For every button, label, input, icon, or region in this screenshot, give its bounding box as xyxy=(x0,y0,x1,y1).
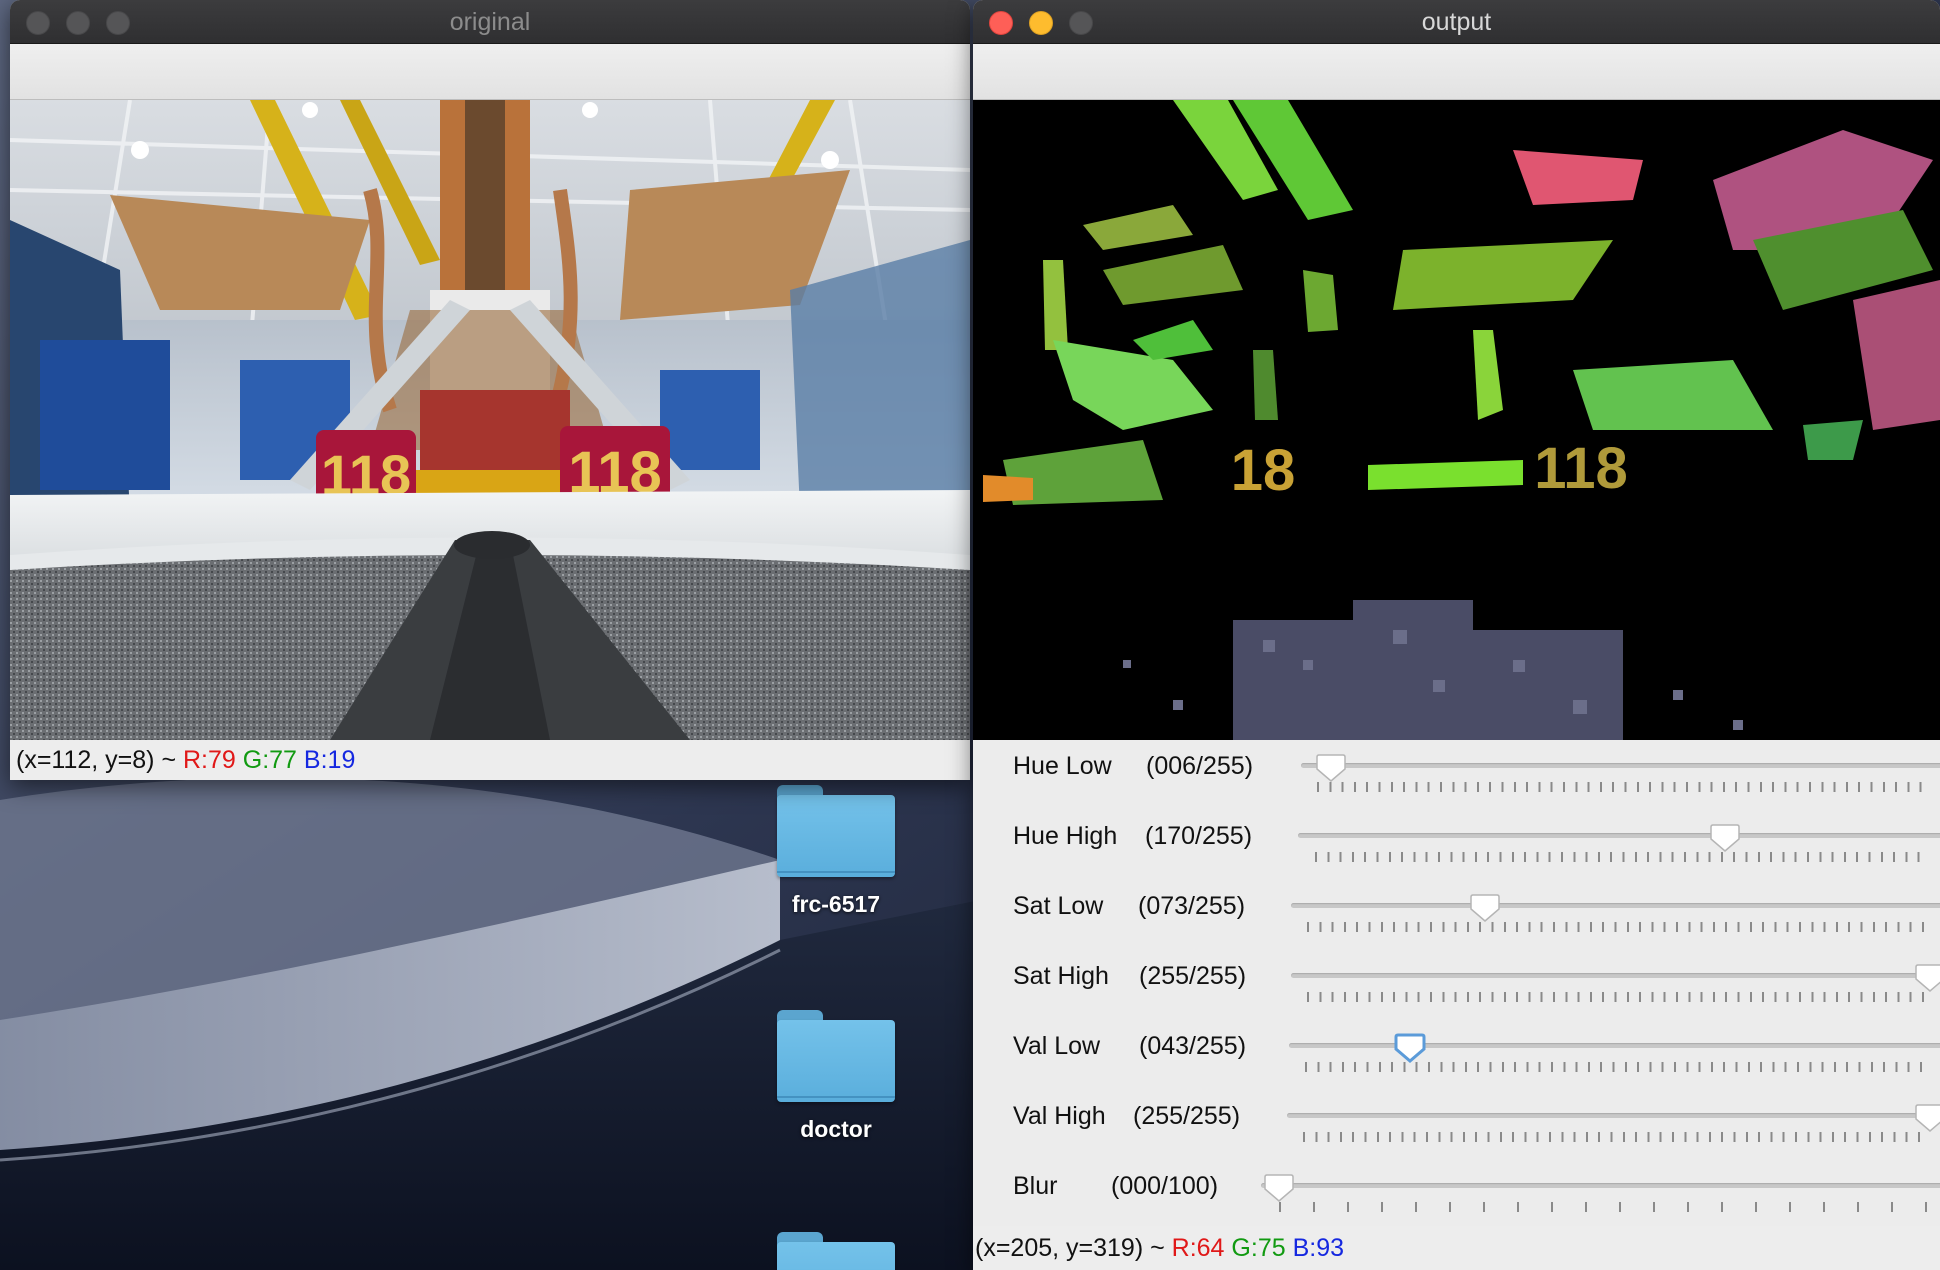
title-bar[interactable]: output xyxy=(973,0,1940,44)
folder-label: frc-6517 xyxy=(791,891,881,917)
status-bar: (x=112, y=8) ~ R:79 G:77 B:19 xyxy=(10,740,970,780)
slider-track[interactable] xyxy=(1287,1113,1940,1118)
slider-ticks xyxy=(1317,782,1930,792)
slider-track[interactable] xyxy=(1261,1183,1940,1188)
overlay-number-right: 118 xyxy=(1534,436,1628,501)
trackbar-label: Sat Low xyxy=(1013,892,1104,920)
slider-knob[interactable] xyxy=(1393,1032,1427,1064)
hsv-filtered-frame: 18 118 xyxy=(973,100,1940,740)
trackbar-value: (000/100) xyxy=(1111,1172,1219,1200)
pixel-coords: (x=205, y=319) ~ xyxy=(975,1234,1172,1262)
status-bar: (x=205, y=319) ~ R:64 G:75 B:93 xyxy=(973,1226,1940,1270)
pixel-r: R:79 xyxy=(183,746,236,774)
folder-label: doctor xyxy=(800,1116,872,1142)
desktop-folder-doctor[interactable]: doctor xyxy=(751,1010,921,1143)
trackbar-panel: Hue Low (006/255) Hue High (170/255) Sat… xyxy=(973,740,1940,1230)
original-camera-image[interactable]: 118 118 xyxy=(10,100,970,740)
toolbar-area xyxy=(973,44,1940,100)
slider-ticks xyxy=(1307,992,1930,1002)
trackbar-val-high[interactable]: Val High (255/255) xyxy=(973,1090,1940,1160)
pixel-g: G:77 xyxy=(242,746,297,774)
folder-icon xyxy=(777,1232,895,1270)
trackbar-label: Val High xyxy=(1013,1102,1106,1130)
trackbar-sat-low[interactable]: Sat Low (073/255) xyxy=(973,880,1940,950)
slider-knob[interactable] xyxy=(1913,962,1940,994)
slider-ticks xyxy=(1279,1202,1930,1212)
trackbar-label: Blur xyxy=(1013,1172,1058,1200)
trackbar-label: Hue High xyxy=(1013,822,1118,850)
trackbar-value: (073/255) xyxy=(1138,892,1246,920)
desktop-folder-frc-6517[interactable]: frc-6517 xyxy=(751,785,921,918)
slider-ticks xyxy=(1315,852,1930,862)
trackbar-label: Sat High xyxy=(1013,962,1109,990)
slider-track[interactable] xyxy=(1289,1043,1940,1048)
slider-track[interactable] xyxy=(1298,833,1940,838)
slider-track[interactable] xyxy=(1291,903,1940,908)
trackbar-value: (255/255) xyxy=(1133,1102,1241,1130)
window-title: original xyxy=(449,8,531,36)
trackbar-value: (006/255) xyxy=(1146,752,1254,780)
trackbar-blur[interactable]: Blur (000/100) xyxy=(973,1160,1940,1230)
overlay-number-left: 18 xyxy=(1231,438,1296,503)
trackbar-val-low[interactable]: Val Low (043/255) xyxy=(973,1020,1940,1090)
slider-ticks xyxy=(1307,922,1930,932)
output-window[interactable]: output 18 118 Hue Low (006/255) Hue High… xyxy=(973,0,1940,1270)
camera-frame: 118 118 xyxy=(10,100,970,740)
trackbar-label: Val Low xyxy=(1013,1032,1101,1060)
trackbar-label: Hue Low xyxy=(1013,752,1112,780)
trackbar-hue-low[interactable]: Hue Low (006/255) xyxy=(973,740,1940,810)
trackbar-hue-high[interactable]: Hue High (170/255) xyxy=(973,810,1940,880)
slider-knob[interactable] xyxy=(1913,1102,1940,1134)
toolbar-area xyxy=(10,44,970,100)
slider-ticks xyxy=(1303,1132,1930,1142)
pixel-b: B:93 xyxy=(1292,1234,1345,1262)
pixel-b: B:19 xyxy=(303,746,356,774)
trackbar-sat-high[interactable]: Sat High (255/255) xyxy=(973,950,1940,1020)
folder-icon xyxy=(777,1010,895,1102)
trackbar-value: (043/255) xyxy=(1139,1032,1247,1060)
slider-track[interactable] xyxy=(1291,973,1940,978)
trackbar-value: (170/255) xyxy=(1145,822,1253,850)
pixel-g: G:75 xyxy=(1231,1234,1286,1262)
desktop-folder-partial[interactable] xyxy=(751,1232,921,1270)
window-title: output xyxy=(1421,8,1492,36)
title-bar[interactable]: original xyxy=(10,0,970,44)
slider-knob[interactable] xyxy=(1708,822,1742,854)
folder-icon xyxy=(777,785,895,877)
original-window[interactable]: original 118 118 (x=112, y=8) ~ R:79 G:7… xyxy=(10,0,970,780)
trackbar-value: (255/255) xyxy=(1139,962,1247,990)
pixel-r: R:64 xyxy=(1171,1234,1225,1262)
slider-knob[interactable] xyxy=(1314,752,1348,784)
slider-knob[interactable] xyxy=(1262,1172,1296,1204)
slider-knob[interactable] xyxy=(1468,892,1502,924)
output-mask-image[interactable]: 18 118 xyxy=(973,100,1940,740)
pixel-coords: (x=112, y=8) ~ xyxy=(16,746,183,774)
slider-track[interactable] xyxy=(1301,763,1940,768)
